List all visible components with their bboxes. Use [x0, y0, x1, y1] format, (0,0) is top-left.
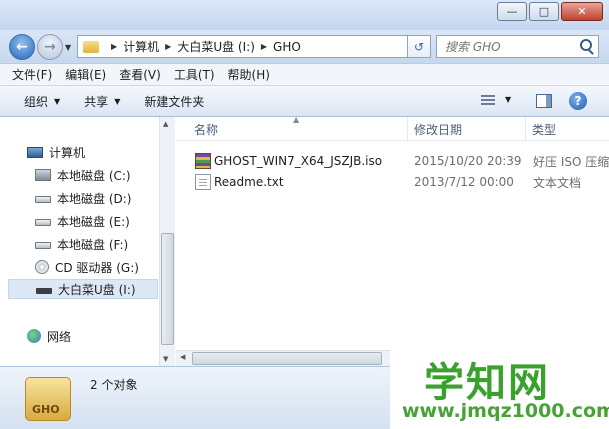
nav-pane-scrollbar[interactable]: ▲ ▼: [159, 117, 175, 366]
scroll-left-icon[interactable]: ◀: [180, 353, 185, 361]
file-date: 2013/7/12 00:00: [414, 175, 514, 189]
refresh-icon[interactable]: ↺: [407, 35, 431, 58]
new-folder-button[interactable]: 新建文件夹: [144, 93, 204, 110]
folder-icon: GHO: [25, 377, 71, 421]
folder-label: GHO: [32, 403, 60, 416]
tree-item-cd-drive[interactable]: CD 驱动器 (G:): [0, 257, 158, 277]
item-count: 2 个对象: [90, 378, 138, 392]
tree-item-network[interactable]: 网络: [0, 326, 158, 346]
minimize-icon[interactable]: —: [497, 2, 527, 21]
tree-item-label: 大白菜U盘 (I:): [58, 282, 136, 297]
close-icon[interactable]: ✕: [561, 2, 603, 21]
file-date: 2015/10/20 20:39: [414, 154, 522, 168]
tree-item-drive-e[interactable]: 本地磁盘 (E:): [0, 211, 158, 231]
organize-label: 组织: [24, 94, 49, 109]
watermark: 学知网 www.jmqz1000.com: [390, 344, 609, 429]
file-list: ▲ 名称 修改日期 类型 GHOST_WIN7_X64_JSZJB.iso 20…: [176, 115, 609, 366]
scroll-down-icon[interactable]: ▼: [163, 355, 168, 363]
column-header-name[interactable]: 名称: [188, 117, 408, 141]
tree-item-computer[interactable]: 计算机: [0, 142, 158, 162]
tree-item-label: 本地磁盘 (F:): [57, 237, 129, 252]
watermark-url: www.jmqz1000.com: [402, 400, 609, 422]
scrollbar-thumb[interactable]: [161, 233, 174, 345]
title-bar: — □ ✕: [0, 0, 609, 30]
recent-pages-chevron-icon[interactable]: ▼: [65, 43, 71, 52]
tree-item-label: 本地磁盘 (C:): [57, 168, 131, 183]
command-bar: 组织 ▼ 共享 ▼ 新建文件夹 ▼ ?: [0, 86, 609, 117]
chevron-down-icon[interactable]: ▼: [505, 95, 511, 104]
chevron-down-icon: ▼: [54, 96, 61, 106]
system-drive-icon: [35, 169, 51, 181]
network-icon: [27, 329, 41, 343]
file-type: 好压 ISO 压缩: [533, 154, 609, 169]
text-file-icon: [195, 174, 211, 190]
new-folder-label: 新建文件夹: [144, 94, 205, 109]
breadcrumb-gho[interactable]: GHO: [273, 40, 301, 54]
file-row[interactable]: GHOST_WIN7_X64_JSZJB.iso 2015/10/20 20:3…: [176, 151, 609, 171]
computer-icon: [27, 146, 43, 158]
navigation-pane: 计算机 本地磁盘 (C:) 本地磁盘 (D:) 本地磁盘 (E:) 本地磁盘 (…: [0, 117, 175, 366]
archive-file-icon: [195, 153, 211, 169]
tree-item-label: 本地磁盘 (E:): [57, 214, 130, 229]
menu-edit[interactable]: 编辑(E): [65, 66, 106, 83]
forward-arrow-icon[interactable]: →: [37, 34, 63, 60]
tree-item-drive-d[interactable]: 本地磁盘 (D:): [0, 188, 158, 208]
preview-pane-icon[interactable]: [536, 94, 552, 108]
column-header-date[interactable]: 修改日期: [408, 117, 526, 141]
maximize-icon[interactable]: □: [529, 2, 559, 21]
chevron-right-icon[interactable]: ▶: [261, 42, 267, 51]
folder-icon: [83, 40, 99, 53]
chevron-right-icon[interactable]: ▶: [165, 42, 171, 51]
menu-help[interactable]: 帮助(H): [228, 66, 270, 83]
menu-view[interactable]: 查看(V): [119, 66, 161, 83]
file-type: 文本文档: [533, 175, 582, 190]
hard-drive-icon: [35, 219, 51, 226]
tree-item-label: 网络: [47, 329, 72, 344]
chevron-down-icon: ▼: [114, 96, 121, 106]
hard-drive-icon: [35, 242, 51, 249]
tree-item-label: CD 驱动器 (G:): [55, 260, 139, 275]
scroll-up-icon[interactable]: ▲: [163, 120, 168, 128]
tree-item-label: 本地磁盘 (D:): [57, 191, 132, 206]
chevron-right-icon[interactable]: ▶: [111, 42, 117, 51]
tree-item-usb-drive[interactable]: 大白菜U盘 (I:): [8, 279, 158, 299]
menu-bar: 文件(F) 编辑(E) 查看(V) 工具(T) 帮助(H): [0, 63, 609, 85]
hard-drive-icon: [35, 196, 51, 203]
help-icon[interactable]: ?: [569, 92, 587, 110]
tree-item-label: 计算机: [49, 145, 86, 160]
scrollbar-thumb[interactable]: [192, 352, 382, 365]
cd-drive-icon: [35, 260, 49, 274]
column-header-type[interactable]: 类型: [526, 117, 609, 141]
breadcrumb-usb-drive[interactable]: 大白菜U盘 (I:): [177, 38, 255, 55]
share-button[interactable]: 共享 ▼: [84, 93, 120, 110]
file-name: GHOST_WIN7_X64_JSZJB.iso: [214, 154, 383, 168]
menu-tools[interactable]: 工具(T): [174, 66, 215, 83]
organize-button[interactable]: 组织 ▼: [24, 93, 60, 110]
content-area: 计算机 本地磁盘 (C:) 本地磁盘 (D:) 本地磁盘 (E:) 本地磁盘 (…: [0, 115, 609, 366]
window-controls: — □ ✕: [495, 2, 603, 21]
usb-drive-icon: [36, 288, 52, 294]
file-row[interactable]: Readme.txt 2013/7/12 00:00 文本文档: [176, 172, 609, 192]
share-label: 共享: [84, 94, 109, 109]
breadcrumb-computer[interactable]: 计算机: [123, 38, 159, 55]
file-name: Readme.txt: [214, 175, 284, 189]
search-box[interactable]: [436, 35, 599, 58]
tree-item-drive-c[interactable]: 本地磁盘 (C:): [0, 165, 158, 185]
menu-file[interactable]: 文件(F): [12, 66, 52, 83]
address-bar[interactable]: ▶ 计算机 ▶ 大白菜U盘 (I:) ▶ GHO: [77, 35, 430, 58]
back-arrow-icon[interactable]: ←: [9, 34, 35, 60]
search-input[interactable]: [437, 39, 577, 54]
tree-item-drive-f[interactable]: 本地磁盘 (F:): [0, 234, 158, 254]
search-icon[interactable]: [580, 39, 592, 51]
navigation-bar: ← → ▼ ▶ 计算机 ▶ 大白菜U盘 (I:) ▶ GHO ↺: [0, 30, 609, 62]
column-header-row: ▲ 名称 修改日期 类型: [176, 115, 609, 141]
view-options-icon[interactable]: [481, 95, 495, 107]
